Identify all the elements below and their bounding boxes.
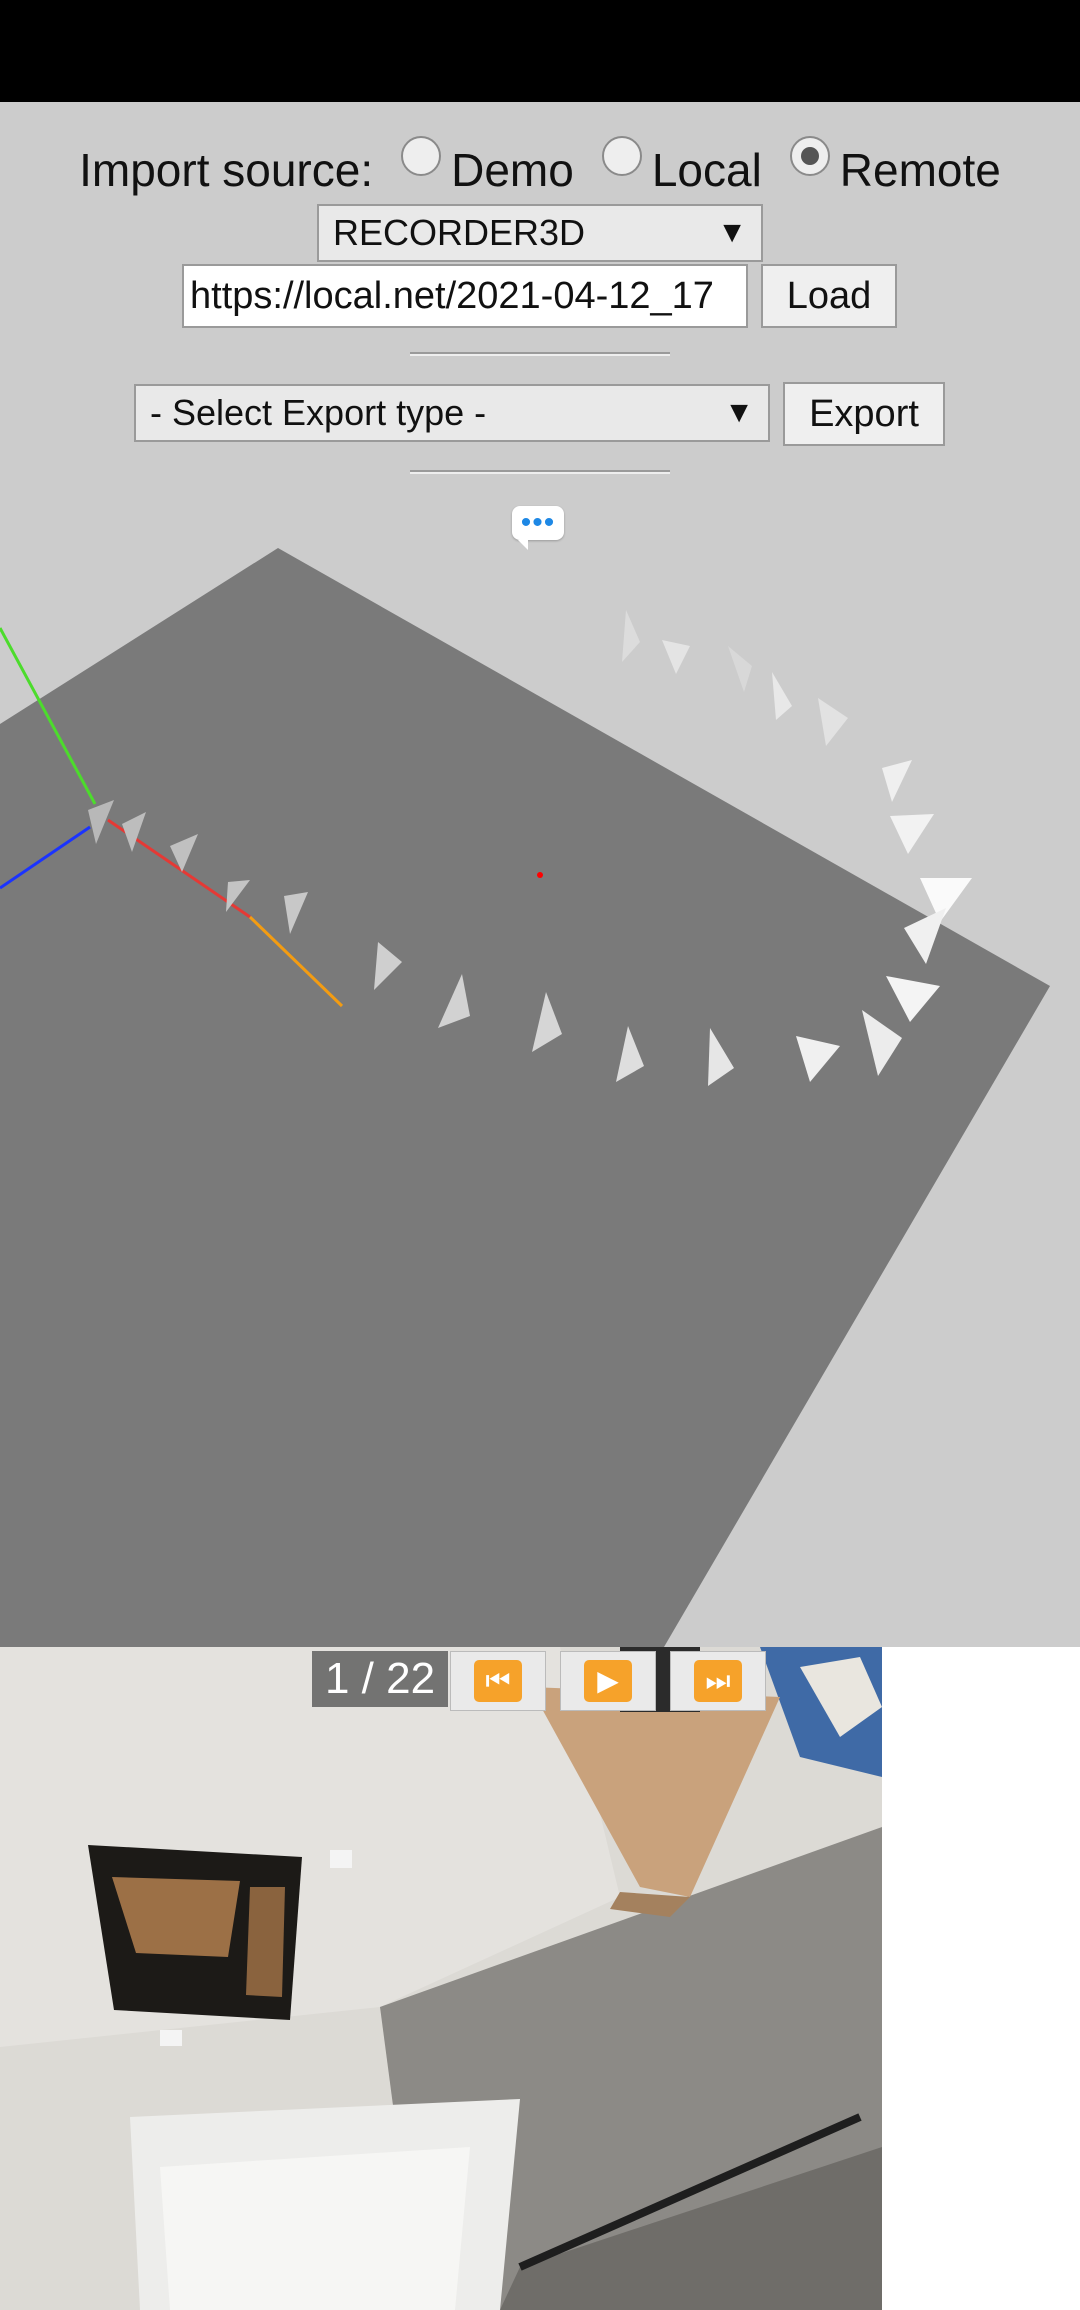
- first-frame-button[interactable]: ⏮: [450, 1651, 546, 1711]
- export-type-select[interactable]: - Select Export type - ▼: [134, 384, 770, 442]
- camera-frustum: [622, 610, 640, 662]
- frame-photo: [0, 1647, 882, 2310]
- format-select[interactable]: RECORDER3D ▼: [317, 204, 763, 262]
- camera-frustum: [818, 698, 848, 746]
- more-options-icon[interactable]: •••: [512, 506, 564, 550]
- export-type-value: - Select Export type -: [150, 392, 487, 433]
- divider-top: [410, 352, 670, 356]
- more-options-dots: •••: [520, 506, 556, 539]
- radio-remote-circle[interactable]: [789, 136, 830, 176]
- radio-local-circle[interactable]: [601, 136, 642, 176]
- ground-plane: [0, 548, 1050, 1647]
- radio-remote-label: Remote: [839, 144, 1001, 196]
- camera-frustum: [882, 760, 912, 802]
- divider-bottom: [410, 470, 670, 474]
- status-bar: [0, 0, 1080, 102]
- export-button[interactable]: Export: [783, 382, 945, 446]
- import-export-panel: Import source: Demo Local Remote RECORDE…: [0, 102, 1080, 550]
- skip-to-start-icon: ⏮: [474, 1660, 522, 1702]
- radio-local[interactable]: Local: [601, 136, 762, 197]
- url-input-value: https://local.net/2021-04-12_17: [190, 274, 714, 317]
- format-select-value: RECORDER3D: [333, 212, 586, 253]
- camera-frustum: [662, 640, 690, 674]
- radio-demo-circle[interactable]: [401, 136, 442, 176]
- play-icon: ▶: [584, 1660, 632, 1702]
- radio-demo[interactable]: Demo: [401, 136, 574, 197]
- radio-remote[interactable]: Remote: [789, 136, 1001, 197]
- camera-frustum: [890, 814, 934, 854]
- camera-frustum: [920, 878, 972, 922]
- skip-to-end-icon: ⏭: [694, 1660, 742, 1702]
- play-button[interactable]: ▶: [560, 1651, 656, 1711]
- import-source-label: Import source:: [79, 144, 374, 196]
- frame-counter: 1 / 22: [312, 1651, 448, 1707]
- chevron-down-icon: ▼: [724, 396, 754, 429]
- load-button[interactable]: Load: [761, 264, 897, 328]
- radio-demo-label: Demo: [451, 144, 574, 196]
- camera-frustum: [728, 646, 752, 692]
- last-frame-button[interactable]: ⏭: [670, 1651, 766, 1711]
- camera-frustum: [772, 672, 792, 720]
- import-source-row: Import source: Demo Local Remote: [0, 136, 1080, 200]
- 3d-scene[interactable]: [0, 542, 1080, 1647]
- scene-center-dot: [537, 872, 543, 878]
- 3d-viewer[interactable]: [0, 542, 1080, 1647]
- frame-viewer: 1 / 22 ⏮ ▶ ⏭: [0, 1647, 1080, 2310]
- radio-local-label: Local: [651, 144, 762, 196]
- chevron-down-icon: ▼: [717, 216, 747, 249]
- url-input[interactable]: https://local.net/2021-04-12_17: [182, 264, 748, 328]
- room-photo: [0, 1647, 882, 2310]
